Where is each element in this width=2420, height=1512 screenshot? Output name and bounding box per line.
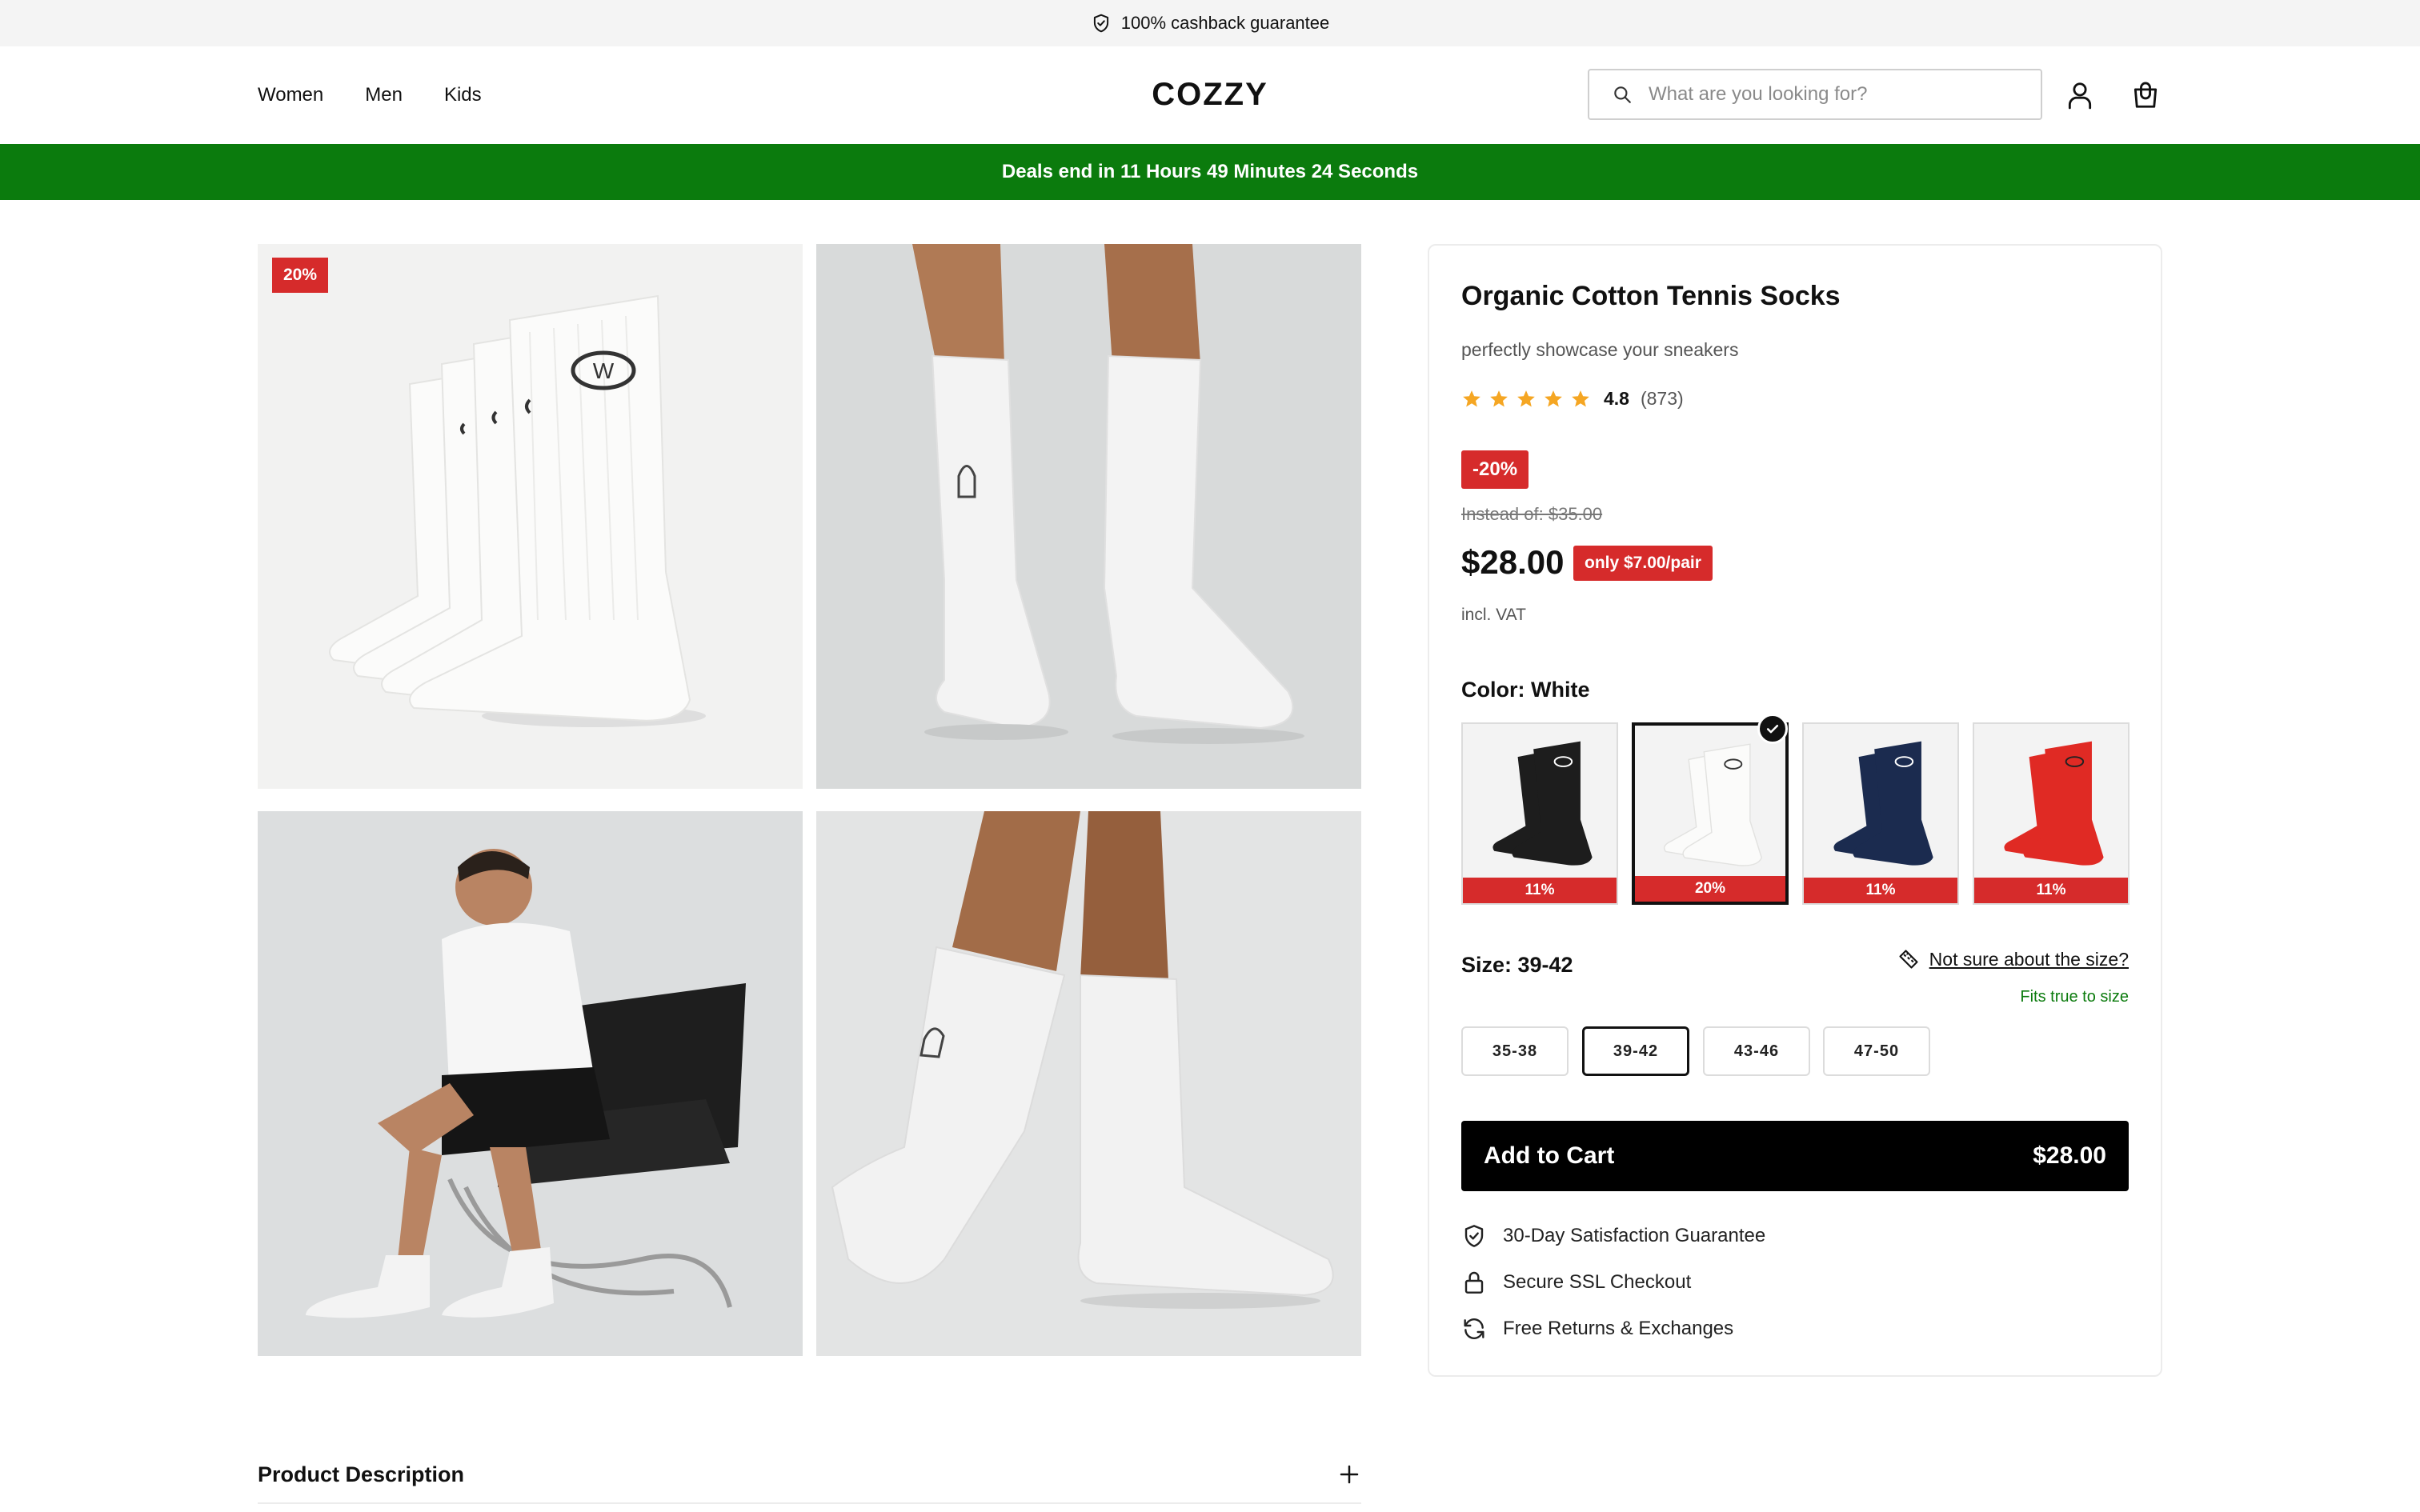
shield-check-icon <box>1464 1225 1484 1247</box>
fit-note: Fits true to size <box>2020 988 2129 1006</box>
star-icon <box>1545 390 1562 407</box>
announcement-text: 100% cashback guarantee <box>1120 13 1330 33</box>
white-socks-packshot-image: W <box>258 244 803 789</box>
deals-countdown-text: Deals end in 11 Hours 49 Minutes 24 Seco… <box>1001 161 1419 182</box>
cart-bag-icon <box>2134 82 2158 108</box>
add-to-cart-price: $28.00 <box>2033 1142 2106 1169</box>
star-icon <box>1463 390 1480 407</box>
plus-icon <box>1340 1465 1359 1484</box>
color-swatch-navy[interactable]: 11% <box>1802 722 1959 905</box>
product-image-model-chair[interactable] <box>258 811 803 1356</box>
ruler-icon <box>1899 950 1918 969</box>
add-to-cart-button[interactable]: Add to Cart $28.00 <box>1461 1121 2129 1191</box>
navy-socks-thumbnail <box>1804 726 1957 879</box>
size-option-43-46[interactable]: 43-46 <box>1703 1026 1810 1076</box>
legs-wearing-white-socks-image <box>816 244 1361 789</box>
search-icon <box>1614 86 1631 103</box>
color-swatch-black[interactable]: 11% <box>1461 722 1618 905</box>
color-swatch-red[interactable]: 11% <box>1973 722 2130 905</box>
size-option-47-50[interactable]: 47-50 <box>1823 1026 1930 1076</box>
swatch-discount: 20% <box>1635 876 1785 902</box>
product-title: Organic Cotton Tennis Socks <box>1461 281 1841 311</box>
product-image-legs[interactable] <box>816 244 1361 789</box>
brand-logo[interactable]: COZZY <box>1149 77 1271 113</box>
star-icon <box>1490 390 1508 407</box>
perk-returns: Free Returns & Exchanges <box>1461 1316 1733 1342</box>
main-nav: Women Men Kids <box>258 46 482 144</box>
swatch-discount: 11% <box>1463 878 1617 903</box>
perk-guarantee: 30-Day Satisfaction Guarantee <box>1461 1223 1765 1249</box>
white-socks-thumbnail <box>1635 729 1785 879</box>
product-subtitle: perfectly showcase your sneakers <box>1461 339 1739 360</box>
discount-badge: -20% <box>1461 450 1529 489</box>
nav-women[interactable]: Women <box>258 84 323 106</box>
color-label: Color: White <box>1461 678 1590 702</box>
rating-stars <box>1461 389 1591 410</box>
product-image-legs-walking[interactable] <box>816 811 1361 1356</box>
product-description-label: Product Description <box>258 1462 465 1486</box>
star-icon <box>1517 390 1535 407</box>
size-guide-link[interactable]: Not sure about the size? <box>1897 948 2129 970</box>
red-socks-thumbnail <box>1974 726 2128 879</box>
site-header: Women Men Kids COZZY <box>0 46 2420 144</box>
perk-ssl: Secure SSL Checkout <box>1461 1270 1691 1295</box>
size-option-35-38[interactable]: 35-38 <box>1461 1026 1569 1076</box>
size-label: Size: 39-42 <box>1461 953 1573 977</box>
perk-text: Secure SSL Checkout <box>1503 1271 1692 1293</box>
current-price: $28.00 <box>1461 543 1565 581</box>
cart-button[interactable] <box>2130 80 2161 110</box>
product-rating[interactable]: 4.8 (873) <box>1461 388 1684 410</box>
star-icon <box>1572 390 1589 407</box>
shield-check-icon <box>1093 14 1108 33</box>
rating-count[interactable]: (873) <box>1641 388 1684 410</box>
perk-text: 30-Day Satisfaction Guarantee <box>1503 1225 1766 1246</box>
perk-text: Free Returns & Exchanges <box>1503 1318 1734 1339</box>
vat-note: incl. VAT <box>1461 606 1526 624</box>
refresh-icon <box>1464 1318 1484 1339</box>
product-image-packshot[interactable]: W <box>258 244 803 789</box>
swatch-discount: 11% <box>1804 878 1957 903</box>
selected-check-icon <box>1757 714 1788 744</box>
account-icon <box>2068 82 2092 110</box>
svg-text:W: W <box>593 358 615 383</box>
add-to-cart-label: Add to Cart <box>1484 1142 1615 1169</box>
color-swatch-white[interactable]: 20% <box>1632 722 1789 905</box>
account-button[interactable] <box>2065 80 2095 110</box>
size-guide-text[interactable]: Not sure about the size? <box>1929 949 2129 970</box>
nav-men[interactable]: Men <box>365 84 403 106</box>
nav-kids[interactable]: Kids <box>444 84 482 106</box>
man-on-leather-chair-image <box>258 811 803 1356</box>
product-info-panel: Organic Cotton Tennis Socks perfectly sh… <box>1428 244 2162 1377</box>
search-input[interactable] <box>1649 83 2017 106</box>
rating-score: 4.8 <box>1604 388 1629 409</box>
size-option-39-42[interactable]: 39-42 <box>1582 1026 1689 1076</box>
legs-walking-white-socks-image <box>816 811 1361 1356</box>
black-socks-thumbnail <box>1463 726 1617 879</box>
deals-countdown-bar: Deals end in 11 Hours 49 Minutes 24 Seco… <box>0 144 2420 200</box>
per-pair-badge: only $7.00/pair <box>1573 546 1713 581</box>
image-discount-badge: 20% <box>272 258 329 293</box>
swatch-discount: 11% <box>1974 878 2128 903</box>
lock-icon <box>1464 1271 1484 1294</box>
product-description-toggle[interactable]: Product Description <box>258 1446 1361 1504</box>
original-price: Instead of: $35.00 <box>1461 504 1603 524</box>
search-box[interactable] <box>1588 69 2042 120</box>
announcement-bar: 100% cashback guarantee <box>0 0 2420 46</box>
